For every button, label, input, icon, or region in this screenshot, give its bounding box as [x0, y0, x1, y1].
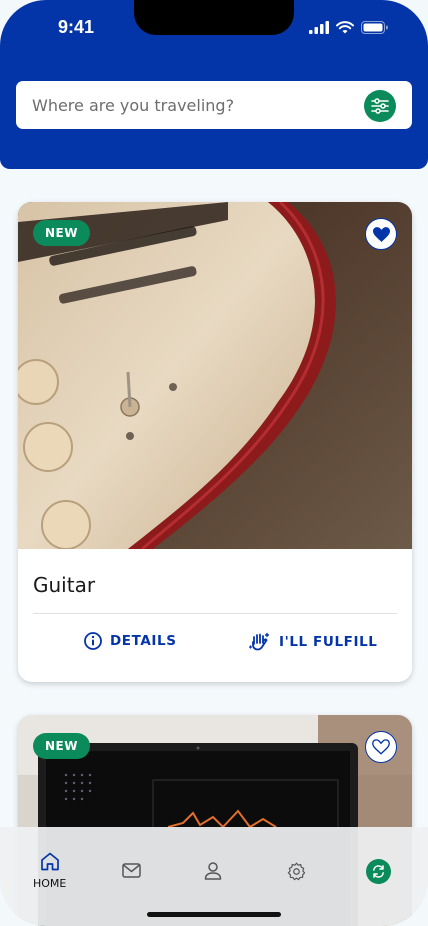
info-icon: [84, 632, 102, 650]
heart-icon: [372, 739, 390, 755]
signal-icon: [309, 21, 329, 34]
hand-icon: [249, 632, 270, 651]
nav-home-label: HOME: [33, 877, 67, 890]
user-icon: [204, 862, 222, 880]
nav-home[interactable]: HOME: [33, 852, 66, 890]
filter-button[interactable]: [364, 90, 396, 122]
details-button[interactable]: DETAILS: [84, 632, 177, 650]
nav-exchange[interactable]: [366, 859, 391, 884]
listing-card[interactable]: NEW Guitar DETAILS I'LL FULFILL: [18, 202, 412, 682]
card-title: Guitar: [33, 573, 96, 597]
notch: [134, 0, 294, 35]
exchange-button[interactable]: [366, 859, 391, 884]
divider: [33, 613, 397, 614]
nav-settings[interactable]: [287, 862, 306, 881]
settings-icon: [287, 862, 306, 881]
phone-screen: 9:41 Where are you traveling? NEW Guitar…: [0, 0, 428, 926]
fulfill-label: I'LL FULFILL: [279, 634, 378, 650]
refresh-icon: [373, 865, 384, 878]
favorite-button[interactable]: [365, 218, 397, 250]
home-indicator: [147, 912, 281, 917]
filter-icon: [371, 98, 389, 114]
status-icons: [309, 21, 388, 34]
new-badge: NEW: [33, 220, 90, 246]
favorite-button[interactable]: [365, 731, 397, 763]
nav-messages[interactable]: [122, 863, 141, 878]
search-bar[interactable]: Where are you traveling?: [16, 81, 412, 129]
battery-icon: [361, 21, 388, 34]
mail-icon: [122, 863, 141, 878]
new-badge: NEW: [33, 733, 90, 759]
home-icon: [40, 852, 59, 871]
header: 9:41 Where are you traveling?: [0, 0, 428, 169]
guitar-image[interactable]: [18, 202, 412, 549]
search-input[interactable]: Where are you traveling?: [32, 96, 234, 115]
status-time: 9:41: [58, 17, 95, 37]
fulfill-button[interactable]: I'LL FULFILL: [249, 632, 378, 652]
heart-icon: [372, 226, 390, 242]
wifi-icon: [336, 21, 354, 34]
nav-profile[interactable]: [204, 862, 222, 880]
details-label: DETAILS: [110, 633, 177, 649]
